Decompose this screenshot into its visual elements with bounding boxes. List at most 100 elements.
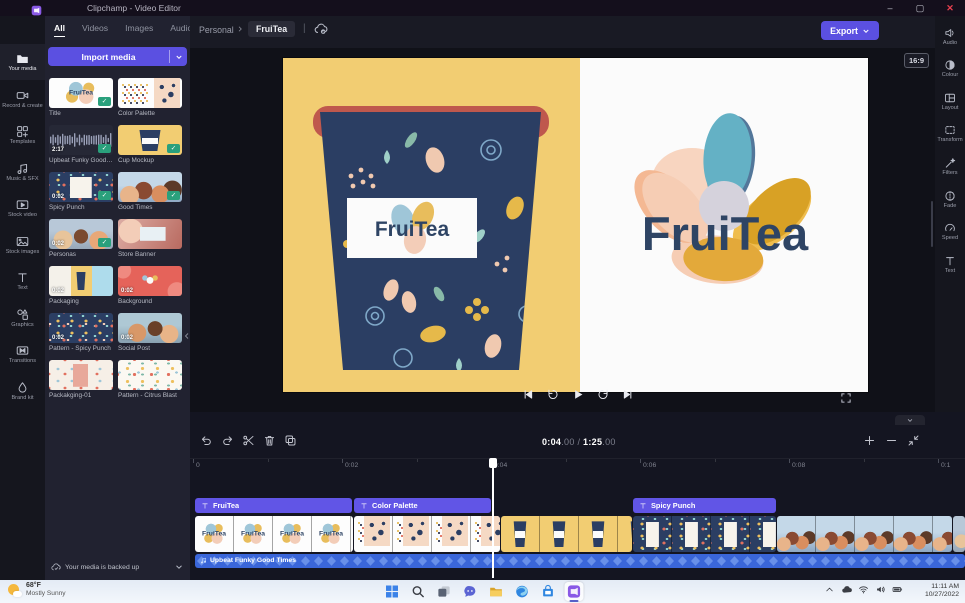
media-thumbnail: 0:02 <box>49 313 113 343</box>
added-check-badge: ✓ <box>167 97 180 106</box>
sidebar-item-brand-kit[interactable]: Brand kit <box>0 373 45 409</box>
sidebar-item-label: Templates <box>1 139 44 145</box>
import-media-label: Import media <box>48 52 169 62</box>
media-item-background[interactable]: 0:02Background <box>118 266 182 305</box>
skip-start-button[interactable] <box>521 388 534 406</box>
media-item-cup-mockup[interactable]: ✓Cup Mockup <box>118 125 182 164</box>
media-item-pattern-spicy-punch[interactable]: 0:02Pattern - Spicy Punch <box>49 313 113 352</box>
project-name[interactable]: FruiTea <box>248 21 295 37</box>
taskbar-app-store[interactable] <box>538 582 557 601</box>
aspect-ratio-badge[interactable]: 16:9 <box>904 53 929 68</box>
taskbar-app-chat[interactable] <box>460 582 479 601</box>
tool-speed[interactable]: Speed <box>935 217 965 247</box>
weather-desc: Mostly Sunny <box>26 590 66 598</box>
taskbar-app-clipchamp[interactable] <box>564 582 583 601</box>
media-item-color-palette[interactable]: ✓Color Palette <box>118 78 182 117</box>
fullscreen-icon[interactable] <box>840 392 852 404</box>
tool-colour[interactable]: Colour <box>935 54 965 84</box>
text-clip-spicy-punch[interactable]: Spicy Punch <box>633 498 776 513</box>
media-item-title[interactable]: FruiTea✓Title <box>49 78 113 117</box>
close-icon[interactable]: ✕ <box>935 0 965 16</box>
volume-icon[interactable] <box>875 584 886 595</box>
panel-resize-handle[interactable] <box>931 201 933 247</box>
breadcrumb-root[interactable]: Personal <box>199 25 234 35</box>
video-clip-cup-mockup[interactable] <box>501 516 632 552</box>
video-clip-good-times[interactable] <box>777 516 952 552</box>
templates-icon <box>16 125 29 138</box>
sidebar-item-record-create[interactable]: Record & create <box>0 81 45 117</box>
tool-transform[interactable]: Transform <box>935 119 965 149</box>
media-item-pattern-citrus-blast[interactable]: Pattern - Citrus Blast <box>118 360 182 399</box>
taskbar-app-search[interactable] <box>408 582 427 601</box>
import-media-button[interactable]: Import media <box>48 47 187 66</box>
wifi-icon[interactable] <box>858 584 869 595</box>
sidebar-item-transitions[interactable]: Transitions <box>0 336 45 372</box>
media-item-label: Packaging <box>49 298 113 305</box>
text-clip-fruitea[interactable]: FruiTea <box>195 498 352 513</box>
media-item-good-times[interactable]: ✓Good Times <box>118 172 182 211</box>
video-canvas[interactable]: FruiTea <box>283 58 868 392</box>
minimize-icon[interactable]: – <box>875 0 905 16</box>
skip-end-button[interactable] <box>621 388 634 406</box>
media-item-spicy-punch[interactable]: 0:02✓Spicy Punch <box>49 172 113 211</box>
forward-icon <box>596 388 609 401</box>
media-item-packakging-01[interactable]: Packakging-01 <box>49 360 113 399</box>
tool-fade[interactable]: Fade <box>935 184 965 214</box>
sidebar-item-templates[interactable]: Templates <box>0 117 45 153</box>
sidebar-item-music-sfx[interactable]: Music & SFX <box>0 154 45 190</box>
sidebar-item-stock-images[interactable]: Stock images <box>0 227 45 263</box>
text-clip-color-palette[interactable]: Color Palette <box>354 498 491 513</box>
stock-video-icon <box>16 198 29 211</box>
tool-text[interactable]: Text <box>935 249 965 279</box>
sidebar-item-your-media[interactable]: Your media <box>0 44 45 80</box>
backup-status[interactable]: Your media is backed up <box>45 558 190 576</box>
media-thumbnail: ✓ <box>118 125 182 155</box>
forward-button[interactable] <box>596 388 609 406</box>
video-clip-title[interactable]: FruiTeaFruiTeaFruiTeaFruiTeaFruiTea <box>195 516 353 552</box>
battery-icon[interactable] <box>892 584 903 595</box>
tray-chevron-icon[interactable] <box>824 584 835 595</box>
tab-audio[interactable]: Audio <box>170 23 192 37</box>
tab-videos[interactable]: Videos <box>82 23 108 37</box>
clip-frame: FruiTea <box>351 516 353 552</box>
text-clip-label: FruiTea <box>213 501 239 510</box>
media-item-upbeat-funky-good-tim[interactable]: 2:17✓Upbeat Funky Good Tim... <box>49 125 113 164</box>
rewind-button[interactable] <box>546 388 559 406</box>
tool-filters[interactable]: Filters <box>935 151 965 181</box>
cloud-sync-icon[interactable] <box>314 22 328 36</box>
audio-clip-upbeat-funky-good-times[interactable]: Upbeat Funky Good Times <box>195 554 965 568</box>
tool-layout[interactable]: Layout <box>935 86 965 116</box>
taskbar-clock[interactable]: 11:11 AM 10/27/2022 <box>925 583 959 599</box>
brand-logo-frame: FruiTea <box>580 58 868 392</box>
text-tool-icon <box>944 255 956 267</box>
export-button[interactable]: Export <box>821 21 879 40</box>
sidebar-item-stock-video[interactable]: Stock video <box>0 190 45 226</box>
tab-all[interactable]: All <box>54 23 65 37</box>
maximize-icon[interactable]: ▢ <box>905 0 935 16</box>
playhead[interactable] <box>492 458 494 578</box>
chevron-down-icon[interactable] <box>170 53 187 61</box>
sidebar-item-graphics[interactable]: Graphics <box>0 300 45 336</box>
taskbar-app-edge[interactable] <box>512 582 531 601</box>
sidebar-item-text[interactable]: Text <box>0 263 45 299</box>
tab-images[interactable]: Images <box>125 23 153 37</box>
weather-widget[interactable]: 68°F Mostly Sunny <box>7 582 66 598</box>
onedrive-icon[interactable] <box>841 584 852 595</box>
taskbar-app-file-explorer[interactable] <box>486 582 505 601</box>
media-item-store-banner[interactable]: Store Banner <box>118 219 182 258</box>
sidebar-item-label: Brand kit <box>1 395 44 401</box>
taskbar-app-start[interactable] <box>382 582 401 601</box>
video-clip-spicy-punch[interactable] <box>633 516 776 552</box>
media-item-label: Upbeat Funky Good Tim... <box>49 157 113 164</box>
play-button[interactable] <box>571 388 584 406</box>
video-clip-personas[interactable] <box>953 516 965 552</box>
media-item-personas[interactable]: 0:02✓Personas <box>49 219 113 258</box>
chevron-down-icon[interactable] <box>174 562 184 572</box>
media-item-social-post[interactable]: 0:02Social Post <box>118 313 182 352</box>
tool-audio[interactable]: Audio <box>935 21 965 51</box>
added-check-badge: ✓ <box>98 97 111 106</box>
media-item-packaging[interactable]: 0:02Packaging <box>49 266 113 305</box>
video-clip-color-palette[interactable] <box>354 516 500 552</box>
taskbar-app-task-view[interactable] <box>434 582 453 601</box>
text-clip-label: Spicy Punch <box>651 501 695 510</box>
